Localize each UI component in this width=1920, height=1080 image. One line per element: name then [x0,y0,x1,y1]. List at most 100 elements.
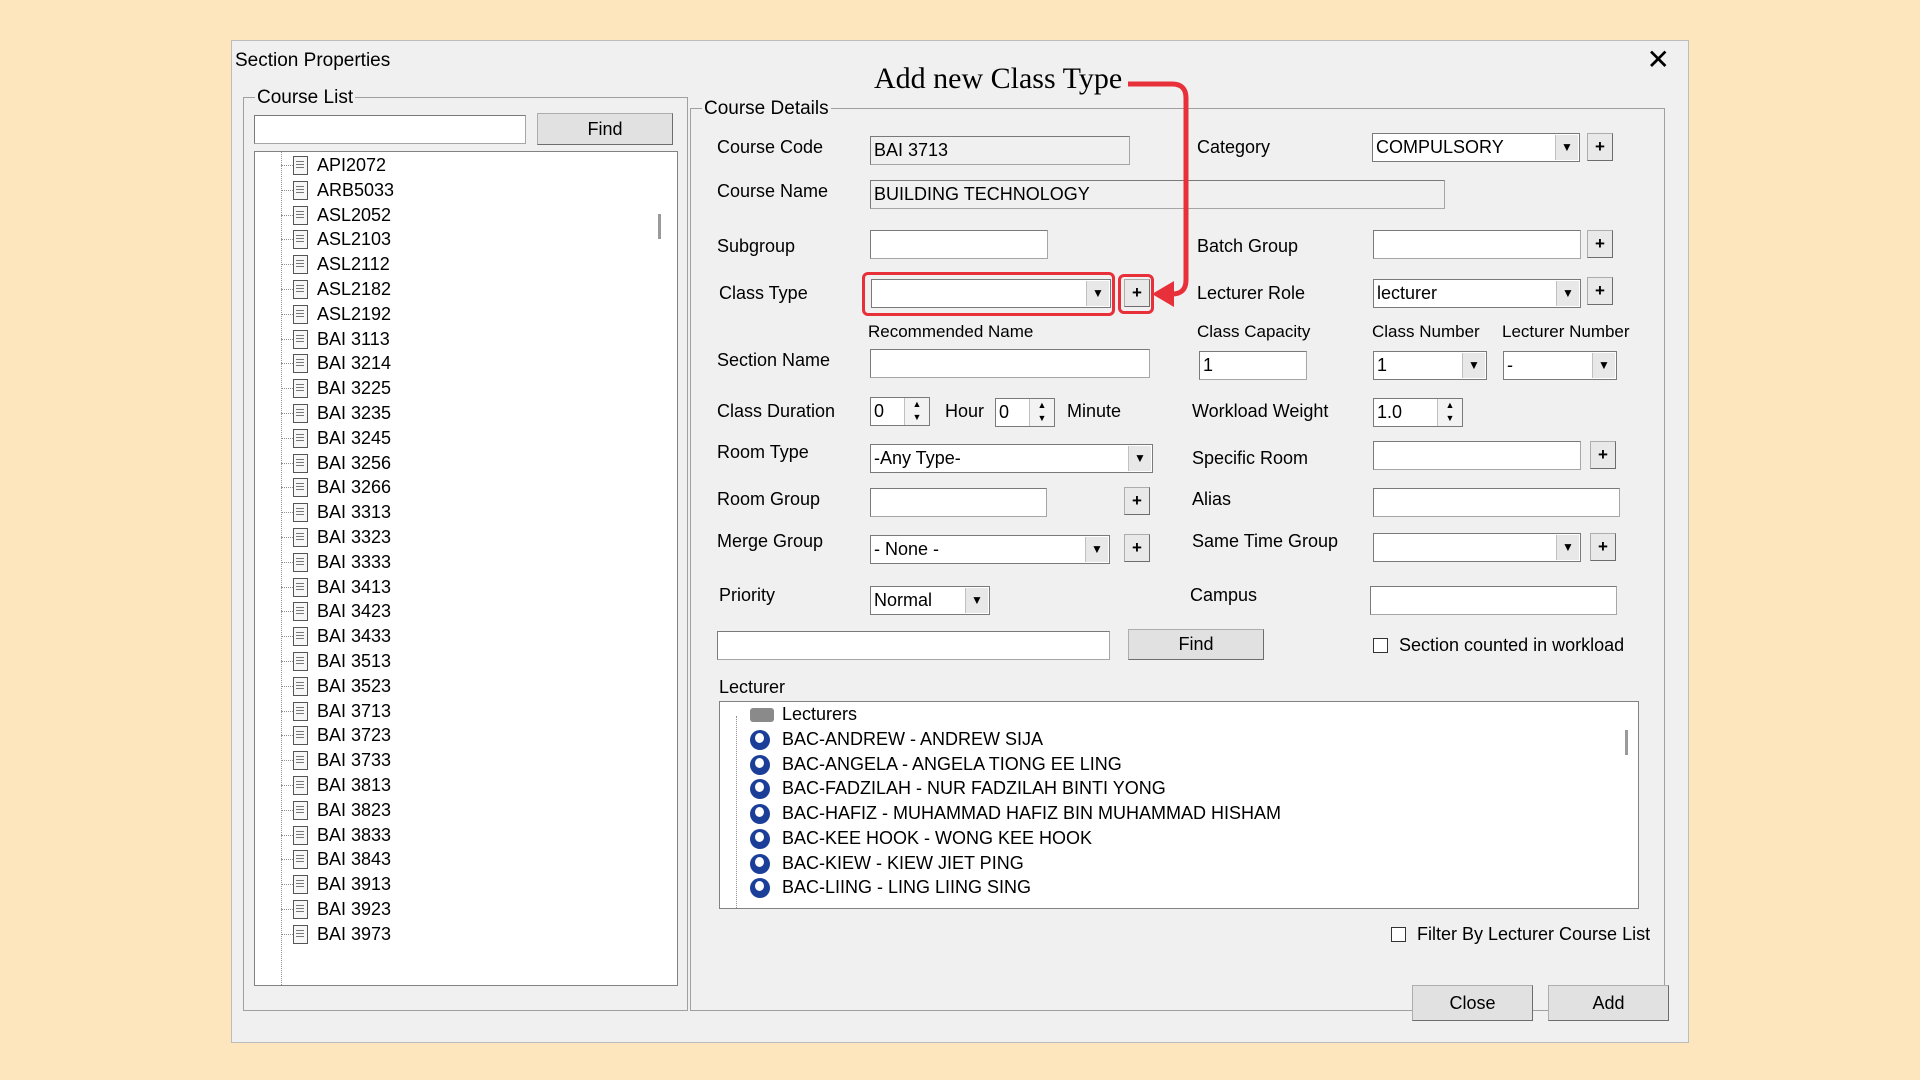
recommended-name-label: Recommended Name [868,322,1034,341]
course-search-input[interactable] [254,115,526,144]
dialog-title: Section Properties [235,50,391,71]
room-type-select[interactable]: -Any Type- ▼ [870,444,1153,473]
specific-room-input[interactable] [1373,441,1581,470]
priority-select[interactable]: Normal ▼ [870,586,990,615]
add-room-group-button[interactable]: + [1124,487,1150,515]
course-code-text: BAI 3113 [317,328,390,349]
class-number-select[interactable]: 1 ▼ [1373,351,1487,380]
course-code-text: ASL2103 [317,229,392,250]
add-batch-group-button[interactable]: + [1587,230,1613,258]
course-list-scroll-thumb[interactable] [658,214,661,239]
course-code-text: ASL2052 [317,204,392,225]
category-select[interactable]: COMPULSORY ▼ [1372,133,1580,162]
document-icon [293,751,308,771]
course-list-legend: Course List [255,87,356,109]
subgroup-input[interactable] [870,230,1048,259]
lecturer-tree[interactable]: Lecturers BAC-ANDREW - ANDREW SIJA BAC-AN… [719,701,1639,909]
course-code-text: BAI 3813 [317,775,392,795]
person-icon [750,828,770,849]
lecturer-number-select[interactable]: - ▼ [1503,351,1617,380]
class-number-value: 1 [1377,355,1388,375]
campus-label: Campus [1190,585,1258,605]
section-name-label: Section Name [717,350,831,370]
course-code-text: BAI 3256 [317,452,392,473]
alias-label: Alias [1192,489,1232,509]
document-icon [293,180,308,200]
same-time-group-select[interactable]: ▼ [1373,533,1581,562]
person-icon [750,754,770,775]
document-icon [293,924,308,944]
document-icon [293,230,308,250]
lecturer-search-input[interactable] [717,631,1110,660]
lecturer-name: BAC-HAFIZ - MUHAMMAD HAFIZ BIN MUHAMMAD … [782,803,1281,824]
room-type-value: -Any Type- [874,448,961,468]
batch-group-input[interactable] [1373,230,1581,259]
course-find-button[interactable]: Find [537,113,673,145]
add-button[interactable]: Add [1548,985,1669,1021]
course-code-text: BAI 3713 [317,700,392,721]
spin-icon[interactable]: ▲ ▼ [1029,399,1054,426]
course-name-field: BUILDING TECHNOLOGY [870,180,1445,209]
room-type-label: Room Type [717,442,809,462]
person-icon [750,730,770,750]
merge-group-select[interactable]: - None - ▼ [870,535,1110,564]
course-code-label: Course Code [717,137,824,157]
class-type-highlight [862,272,1115,316]
course-code-text: BAI 3733 [317,750,392,771]
workload-checkbox[interactable] [1373,638,1388,653]
spin-icon[interactable]: ▲ ▼ [1437,399,1462,426]
add-lecturer-role-button[interactable]: + [1587,277,1613,305]
class-capacity-input[interactable]: 1 [1199,351,1307,380]
tree-connector [736,716,737,908]
lecturer-role-label: Lecturer Role [1197,283,1306,303]
course-code-text: ASL2182 [317,279,392,299]
lecturer-number-value: - [1507,355,1513,375]
course-code-text: API2072 [317,155,387,175]
add-same-time-group-button[interactable]: + [1590,533,1616,561]
document-icon [293,875,308,895]
lecturer-root-label: Lecturers [782,704,858,724]
course-code-text: BAI 3723 [317,725,392,746]
document-icon [293,528,308,547]
section-name-input[interactable] [870,349,1150,378]
workload-weight-stepper[interactable]: 1.0 ▲ ▼ [1373,398,1463,427]
alias-input[interactable] [1373,488,1620,517]
document-icon [293,776,308,795]
course-code-text: BAI 3333 [317,551,392,572]
duration-minute-stepper[interactable]: 0 ▲ ▼ [995,398,1055,427]
course-code-text: BAI 3923 [317,899,392,919]
document-icon [293,726,308,746]
priority-label: Priority [719,585,776,605]
close-icon[interactable]: ✕ [1647,45,1670,75]
document-icon [293,354,308,374]
lecturer-name: BAC-KIEW - KIEW JIET PING [782,852,1024,873]
filter-lecturer-label: Filter By Lecturer Course List [1417,924,1651,944]
lecturer-number-label: Lecturer Number [1502,322,1630,341]
spin-icon[interactable]: ▲ ▼ [904,398,929,425]
duration-hour-stepper[interactable]: 0 ▲ ▼ [870,397,930,426]
batch-group-label: Batch Group [1197,236,1299,256]
document-icon [293,478,308,498]
chevron-down-icon: ▼ [1556,281,1579,306]
chevron-down-icon: ▼ [1555,135,1578,160]
course-list-tree[interactable]: API2072 ARB5033 ASL2052 ASL2103 ASL2112 ASL21… [254,151,678,986]
document-icon [293,453,308,473]
document-icon [293,900,308,919]
add-merge-group-button[interactable]: + [1124,534,1150,562]
close-button[interactable]: Close [1412,985,1533,1021]
chevron-down-icon: ▼ [1556,535,1579,560]
course-code-text: BAI 3913 [317,874,392,895]
room-group-input[interactable] [870,488,1047,517]
add-category-button[interactable]: + [1587,133,1613,161]
lecturer-role-select[interactable]: lecturer ▼ [1373,279,1581,308]
lecturer-label: Lecturer [719,677,786,697]
lecturer-scroll-thumb[interactable] [1625,730,1628,755]
course-code-text: BAI 3235 [317,403,392,423]
campus-input[interactable] [1370,586,1617,615]
course-code-text: BAI 3973 [317,923,392,944]
course-code-text: BAI 3433 [317,626,392,647]
lecturer-find-button[interactable]: Find [1128,629,1264,660]
lecturer-name: BAC-FADZILAH - NUR FADZILAH BINTI YONG [782,778,1166,799]
filter-lecturer-checkbox[interactable] [1391,927,1406,942]
add-specific-room-button[interactable]: + [1590,441,1616,469]
